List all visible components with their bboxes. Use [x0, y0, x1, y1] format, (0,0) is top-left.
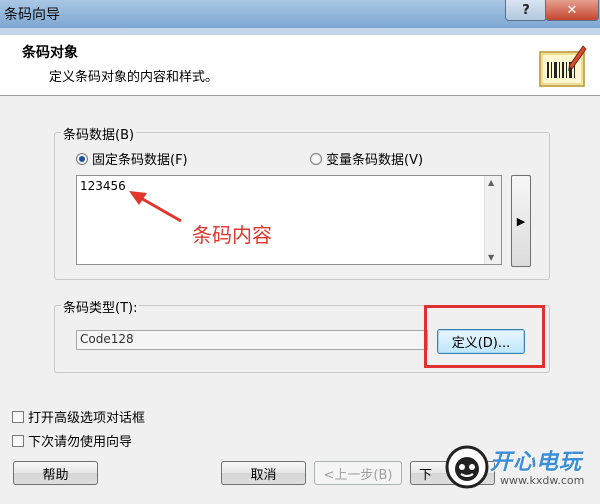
watermark: 开心电玩 www.kxdw.com [440, 440, 600, 504]
barcode-data-value: 123456 [80, 179, 126, 193]
barcode-type-field[interactable]: Code128 [76, 330, 428, 350]
watermark-text: 开心电玩 [490, 450, 583, 475]
play-arrow-icon: ▶ [516, 214, 526, 228]
barcode-type-value: Code128 [80, 332, 134, 346]
scroll-up-icon[interactable]: ▲ [488, 178, 494, 187]
variable-data-label: 变量条码数据(V) [326, 153, 424, 168]
wizard-dialog: 条码对象 定义条码对象的内容和样式。 条码数据(B) 固定条码数据(F) 变量条… [0, 35, 600, 504]
radio-selected-icon [76, 152, 88, 165]
expand-button[interactable]: ▶ [511, 175, 531, 267]
no-wizard-checkbox[interactable]: 下次请勿使用向导 [12, 431, 132, 450]
barcode-pen-icon [539, 45, 587, 87]
page-title: 条码对象 [22, 45, 78, 61]
red-arrow-icon [129, 191, 182, 223]
fixed-data-label: 固定条码数据(F) [92, 153, 188, 168]
help-button[interactable]: 帮助 [13, 461, 98, 485]
fixed-data-radio[interactable]: 固定条码数据(F) [76, 149, 188, 168]
barcode-data-label: 条码数据(B) [61, 124, 137, 143]
watermark-logo-icon [445, 445, 489, 489]
advanced-options-label: 打开高级选项对话框 [28, 411, 146, 426]
watermark-url: www.kxdw.com [500, 474, 585, 487]
title-bar: 条码向导 ? ✕ [0, 0, 600, 28]
radio-unselected-icon [310, 152, 322, 165]
close-button[interactable]: ✕ [545, 0, 599, 21]
highlight-box [424, 305, 545, 368]
scroll-down-icon[interactable]: ▼ [488, 253, 494, 262]
no-wizard-label: 下次请勿使用向导 [28, 435, 133, 450]
advanced-options-checkbox[interactable]: 打开高级选项对话框 [12, 407, 145, 426]
wizard-header: 条码对象 定义条码对象的内容和样式。 [0, 35, 600, 96]
checkbox-icon [12, 434, 24, 447]
checkbox-icon [12, 410, 24, 423]
variable-data-radio[interactable]: 变量条码数据(V) [310, 149, 423, 168]
vertical-scrollbar[interactable]: ▲ ▼ [484, 176, 501, 264]
barcode-type-label: 条码类型(T): [61, 297, 140, 316]
page-subtitle: 定义条码对象的内容和样式。 [49, 70, 219, 85]
prev-button[interactable]: <上一步(B) [314, 461, 402, 485]
annotation-label: 条码内容 [192, 223, 272, 247]
help-icon-button[interactable]: ? [505, 0, 547, 21]
window-title: 条码向导 [4, 7, 60, 23]
cancel-button[interactable]: 取消 [221, 461, 306, 485]
